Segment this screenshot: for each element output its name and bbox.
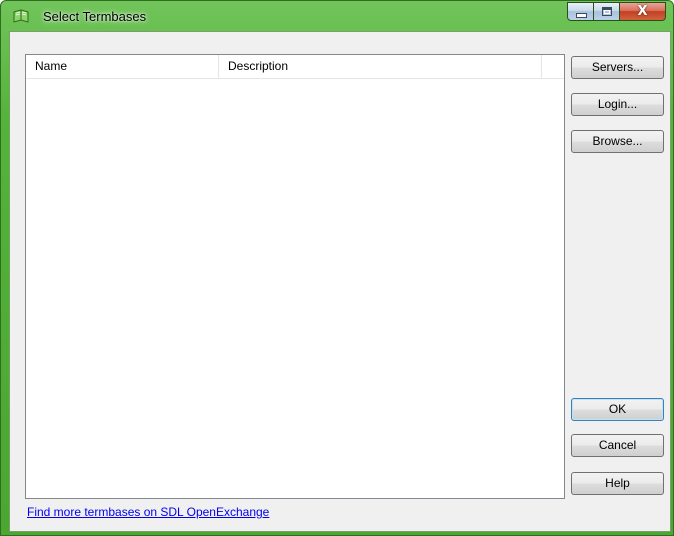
- browse-button[interactable]: Browse...: [571, 130, 664, 153]
- termbase-book-icon: [12, 8, 30, 24]
- close-icon: X: [637, 4, 648, 19]
- minimize-button[interactable]: [567, 2, 594, 21]
- close-button[interactable]: X: [620, 2, 666, 21]
- caption-buttons: X: [567, 2, 666, 22]
- column-header-name[interactable]: Name: [26, 55, 219, 78]
- title-bar[interactable]: Select Termbases X: [1, 1, 673, 31]
- help-button[interactable]: Help: [571, 472, 664, 495]
- dialog-window: Select Termbases X Name Description Serv…: [0, 0, 674, 536]
- maximize-icon: [602, 7, 612, 16]
- minimize-icon: [576, 13, 587, 18]
- column-header-filler: [542, 55, 564, 78]
- openexchange-link[interactable]: Find more termbases on SDL OpenExchange: [27, 505, 269, 519]
- ok-button[interactable]: OK: [571, 398, 664, 421]
- servers-button[interactable]: Servers...: [571, 56, 664, 79]
- list-header: Name Description: [26, 55, 564, 79]
- column-header-description[interactable]: Description: [219, 55, 542, 78]
- login-button[interactable]: Login...: [571, 93, 664, 116]
- cancel-button[interactable]: Cancel: [571, 434, 664, 457]
- termbase-list[interactable]: Name Description: [25, 54, 565, 499]
- dialog-client-area: Name Description Servers... Login... Bro…: [9, 31, 671, 532]
- window-title: Select Termbases: [43, 9, 147, 24]
- maximize-button[interactable]: [594, 2, 620, 21]
